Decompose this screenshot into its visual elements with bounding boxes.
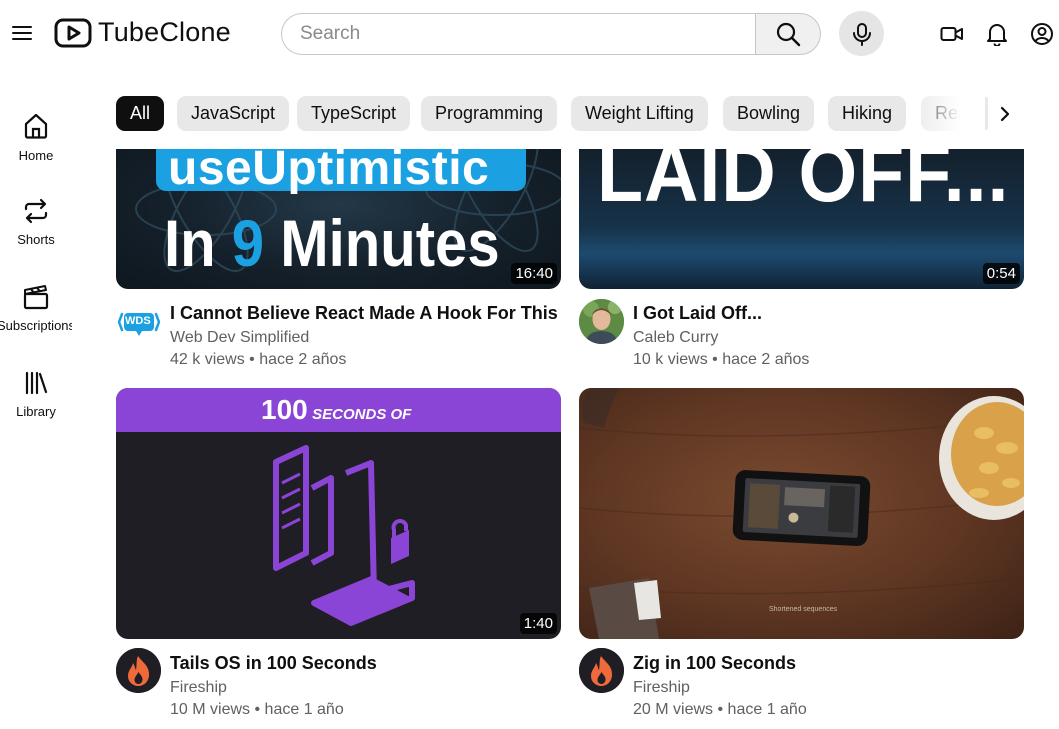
video-meta: 10 k views • hace 2 años xyxy=(633,351,809,369)
video-meta: 42 k views • hace 2 años xyxy=(170,351,346,369)
upload-video-button[interactable] xyxy=(938,20,966,48)
bell-icon xyxy=(987,24,1007,46)
chip-weight-lifting[interactable]: Weight Lifting xyxy=(571,96,708,131)
video-thumbnail[interactable]: Shortened sequences xyxy=(579,388,1024,639)
video-thumbnail[interactable]: useUptimistic In 9 Minutes 16:40 xyxy=(116,149,561,289)
chip-typescript[interactable]: TypeScript xyxy=(297,96,411,131)
voice-search-button[interactable] xyxy=(839,11,884,56)
library-icon xyxy=(25,371,48,395)
view-count: 42 k views xyxy=(170,351,245,368)
chip-all[interactable]: All xyxy=(116,96,165,131)
channel-name[interactable]: Fireship xyxy=(170,679,227,697)
sidebar-item-home[interactable]: Home xyxy=(0,100,72,180)
upload-age: hace 2 años xyxy=(259,351,347,368)
video-card[interactable]: Shortened sequences Zig in 100 Seconds F… xyxy=(579,388,1024,723)
phone-on-table-art xyxy=(579,388,1024,639)
view-count: 10 k views xyxy=(633,351,708,368)
video-title[interactable]: I Got Laid Off... xyxy=(633,303,762,324)
clapperboard-icon xyxy=(23,285,49,310)
tails-os-logo-art xyxy=(273,445,415,626)
sidebar-item-subscriptions[interactable]: Subscriptions xyxy=(0,272,72,352)
sidebar-item-shorts[interactable]: Shorts xyxy=(0,186,72,266)
sidebar-item-label: Library xyxy=(16,404,56,419)
chip-hiking[interactable]: Hiking xyxy=(828,96,907,131)
view-count: 10 M views xyxy=(170,701,251,718)
category-chips: All JavaScript TypeScript Programming We… xyxy=(116,96,1022,132)
video-meta: 20 M views • hace 1 año xyxy=(633,701,807,719)
home-icon xyxy=(24,113,48,139)
thumbnail-text-in: In xyxy=(164,206,216,280)
video-title[interactable]: Tails OS in 100 Seconds xyxy=(170,653,377,674)
thumbnail-text-minutes: Minutes xyxy=(280,206,500,280)
fireship-logo-icon xyxy=(579,648,624,693)
meta-separator: • xyxy=(254,701,261,718)
sidebar-item-label: Home xyxy=(18,148,54,163)
account-button[interactable] xyxy=(1028,20,1056,48)
app-name: TubeClone xyxy=(98,17,231,47)
meta-separator: • xyxy=(712,351,718,368)
meta-separator: • xyxy=(717,701,724,718)
video-card[interactable]: LAID OFF... 0:54 I Got Laid Off... Caleb… xyxy=(579,149,1024,379)
upload-age: hace 1 año xyxy=(264,701,344,718)
channel-avatar[interactable]: WDS xyxy=(116,299,161,344)
chip-javascript[interactable]: JavaScript xyxy=(177,96,290,131)
search-bar xyxy=(281,13,821,55)
upload-age: hace 1 año xyxy=(727,701,807,718)
fireship-logo-icon xyxy=(116,648,161,693)
video-title[interactable]: Zig in 100 Seconds xyxy=(633,653,796,674)
sidebar-item-library[interactable]: Library xyxy=(0,358,72,438)
logo[interactable]: TubeClone xyxy=(54,17,231,48)
thumbnail-text-number: 9 xyxy=(231,206,265,280)
top-header: TubeClone xyxy=(0,0,1059,68)
channel-name[interactable]: Fireship xyxy=(633,679,690,697)
duration-badge: 1:40 xyxy=(519,613,557,634)
avatar-text: WDS xyxy=(125,315,151,327)
person-avatar-icon xyxy=(579,299,624,344)
channel-avatar[interactable] xyxy=(579,648,624,693)
sidebar-item-label: Shorts xyxy=(17,232,55,247)
sidebar-item-label: Subscriptions xyxy=(0,318,72,333)
video-title[interactable]: I Cannot Believe React Made A Hook For T… xyxy=(170,303,558,324)
thumbnail-caption: Shortened sequences xyxy=(769,606,838,613)
search-button[interactable] xyxy=(755,13,821,55)
channel-avatar[interactable] xyxy=(116,648,161,693)
thumbnail-text-line2: In 9 Minutes xyxy=(164,205,500,281)
video-card[interactable]: useUptimistic In 9 Minutes 16:40 WDS I C… xyxy=(116,149,561,379)
search-input[interactable] xyxy=(281,13,756,55)
channel-avatar[interactable] xyxy=(579,299,624,344)
microphone-icon xyxy=(852,22,871,46)
channel-name[interactable]: Web Dev Simplified xyxy=(170,329,309,347)
user-circle-icon xyxy=(1031,23,1053,45)
duration-badge: 16:40 xyxy=(511,263,557,284)
chip-bowling[interactable]: Bowling xyxy=(723,96,815,131)
chip-react[interactable]: Reac xyxy=(921,96,992,131)
video-thumbnail[interactable]: LAID OFF... 0:54 xyxy=(579,149,1024,289)
channel-name[interactable]: Caleb Curry xyxy=(633,329,718,347)
meta-separator: • xyxy=(249,351,255,368)
thumbnail-text-line1: LAID OFF... xyxy=(597,149,1010,219)
search-icon xyxy=(776,22,801,47)
thumbnail-text-line1: useUptimistic xyxy=(168,149,490,195)
chevron-right-icon xyxy=(1000,106,1010,122)
video-card[interactable]: 100 SECONDS OF 1:40 Tails OS in 100 Seco… xyxy=(116,388,561,723)
view-count: 20 M views xyxy=(633,701,714,718)
video-meta: 10 M views • hace 1 año xyxy=(170,701,344,719)
video-camera-icon xyxy=(940,27,963,41)
duration-badge: 0:54 xyxy=(982,263,1020,284)
repeat-icon xyxy=(24,198,48,224)
chips-next-button[interactable] xyxy=(988,96,1022,132)
video-thumbnail[interactable]: 100 SECONDS OF 1:40 xyxy=(116,388,561,639)
chip-programming[interactable]: Programming xyxy=(421,96,558,131)
notifications-button[interactable] xyxy=(983,20,1011,48)
sidebar: Home Shorts Subscriptions Library xyxy=(0,0,72,729)
upload-age: hace 2 años xyxy=(722,351,810,368)
